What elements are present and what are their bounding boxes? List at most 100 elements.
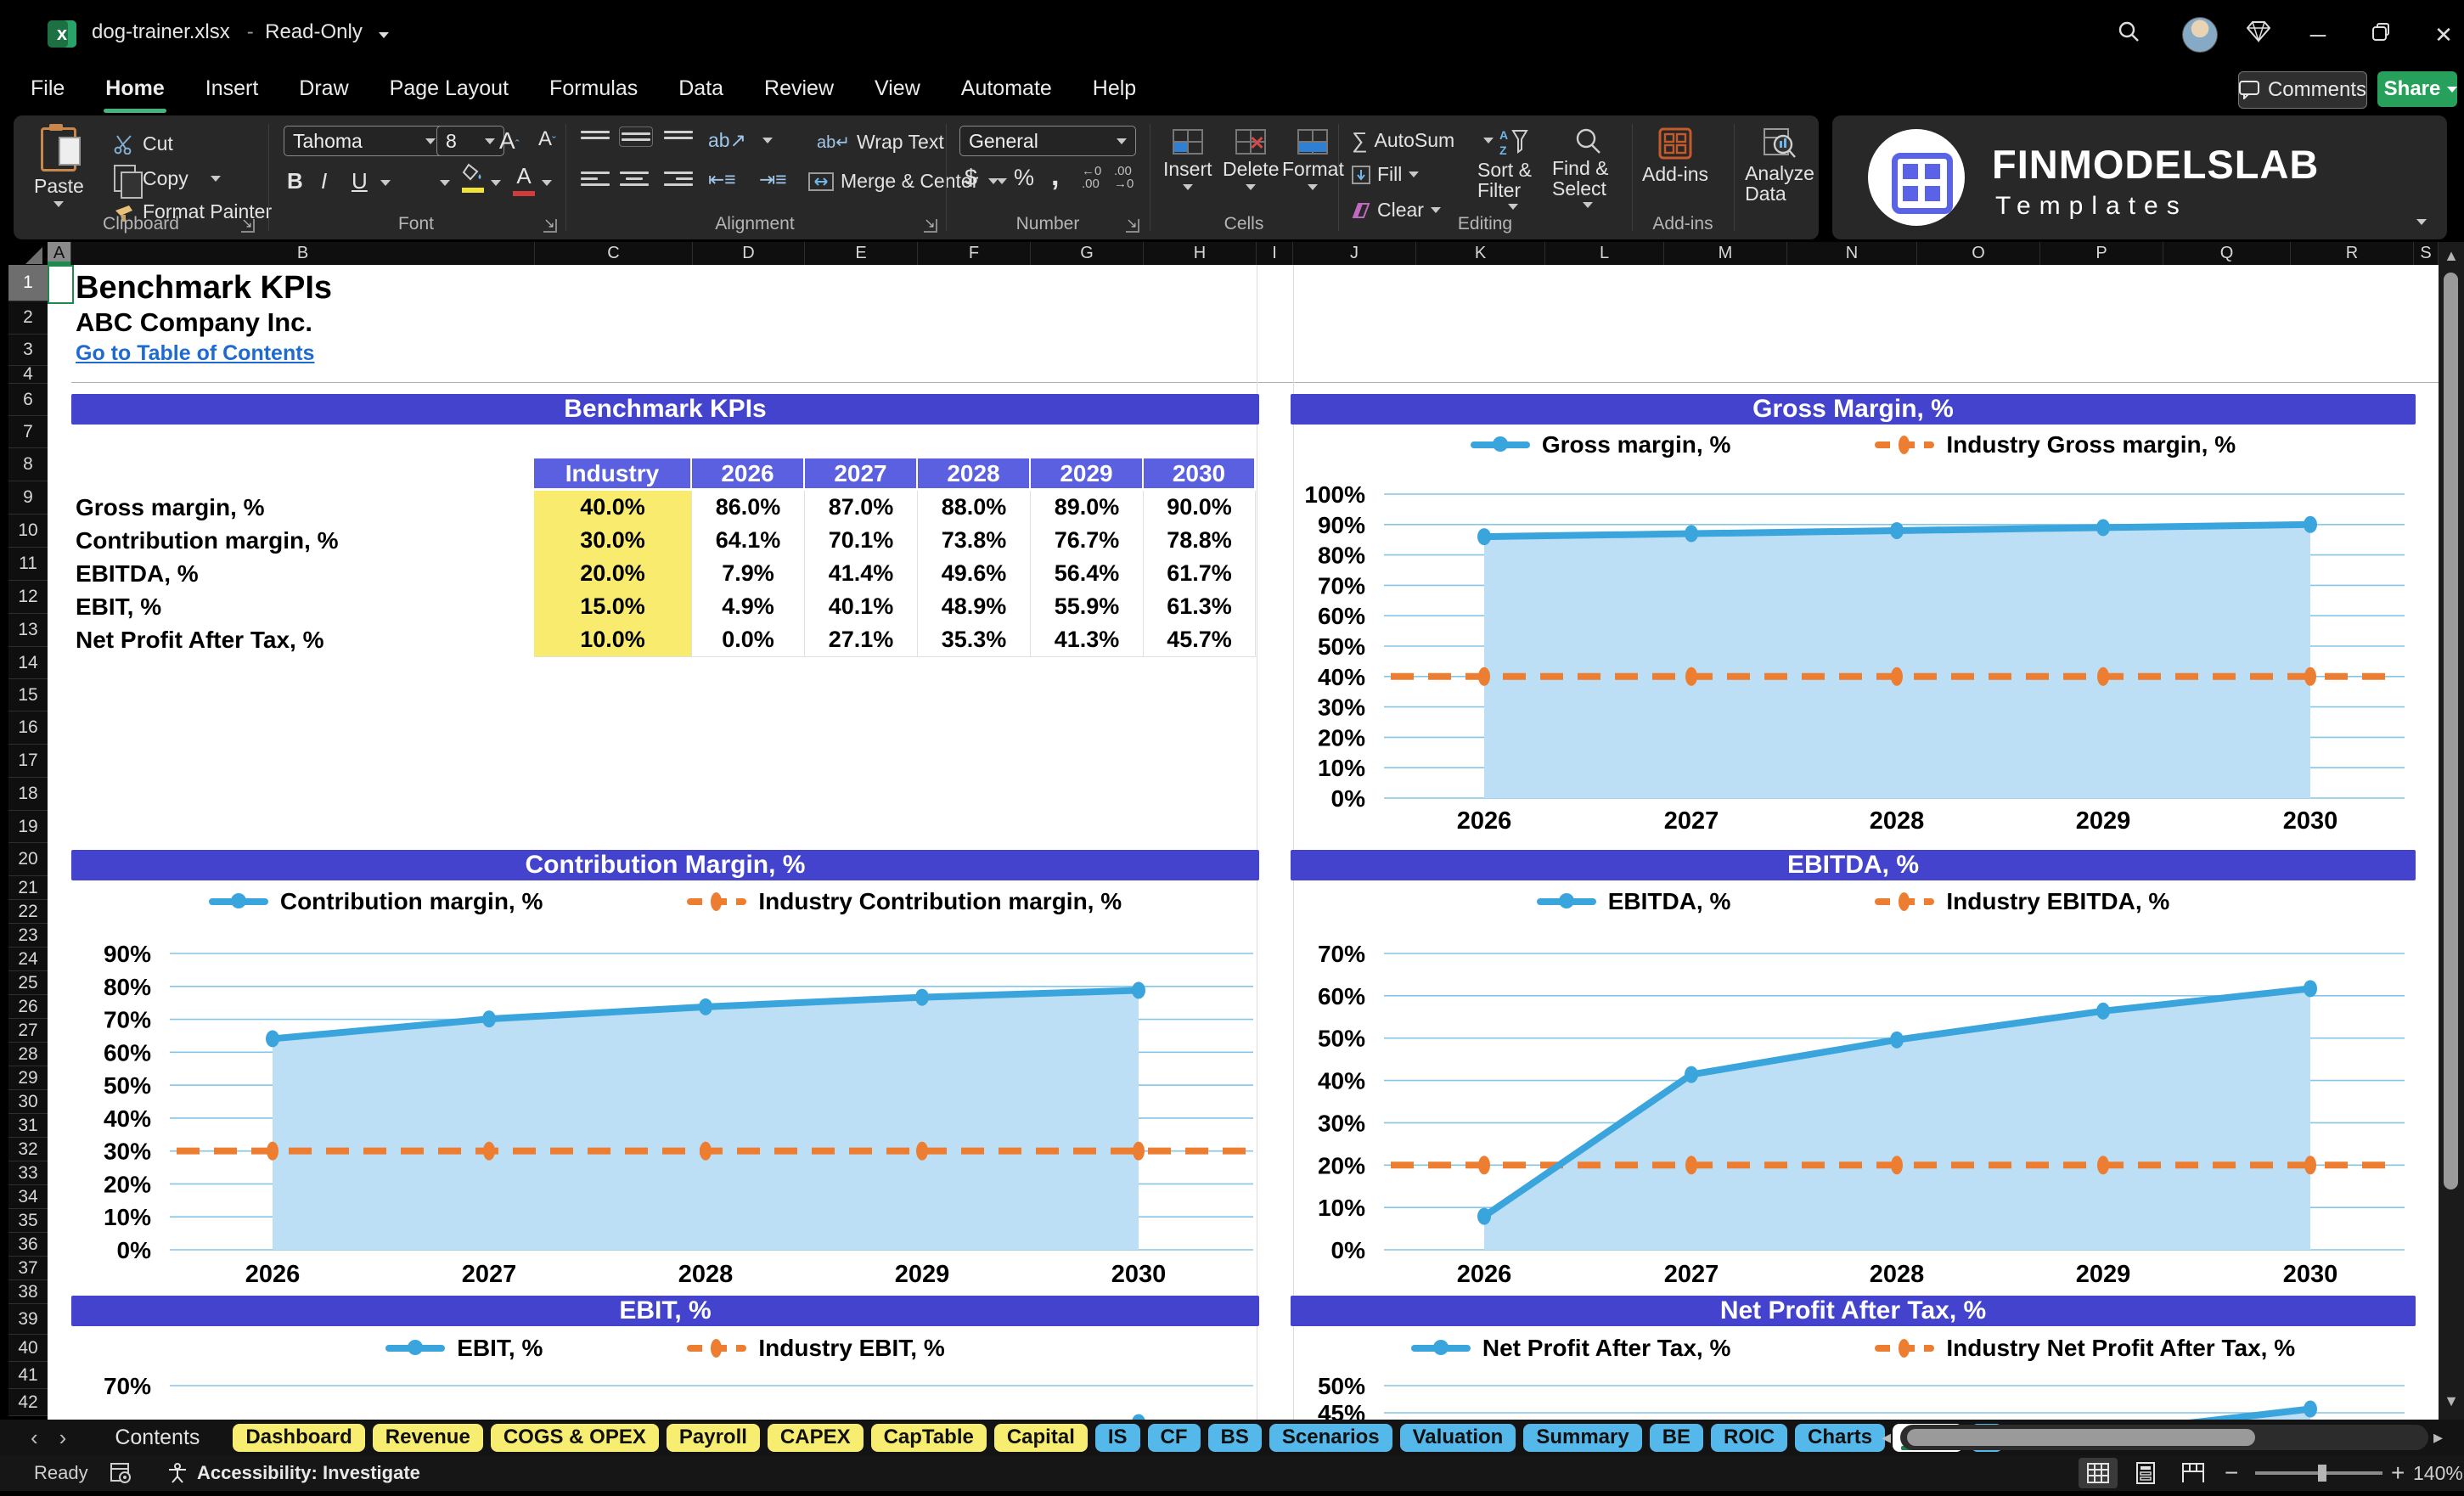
- top-align-button[interactable]: [581, 127, 610, 143]
- sheet-tab-roic[interactable]: ROIC: [1711, 1423, 1788, 1452]
- number-format-select[interactable]: General: [959, 126, 1136, 156]
- orientation-button[interactable]: ab↗: [708, 129, 746, 152]
- column-header-C[interactable]: C: [535, 242, 693, 265]
- menu-tab-data[interactable]: Data: [677, 71, 725, 106]
- decrease-decimal-button[interactable]: .00 →0: [1114, 165, 1134, 190]
- currency-dropdown[interactable]: [988, 178, 999, 184]
- hscroll-right-arrow[interactable]: ▸: [2433, 1426, 2443, 1448]
- kpi-cell[interactable]: 7.9%: [692, 557, 805, 591]
- font-color-dropdown[interactable]: [542, 180, 552, 186]
- kpi-cell[interactable]: 49.6%: [918, 557, 1031, 591]
- hscroll-thumb[interactable]: [1907, 1429, 2255, 1446]
- orientation-dropdown[interactable]: [762, 138, 773, 143]
- align-center-button[interactable]: [620, 168, 649, 189]
- cut-button[interactable]: Cut: [114, 132, 173, 155]
- row-header-40[interactable]: 40: [8, 1335, 48, 1362]
- column-header-G[interactable]: G: [1031, 242, 1144, 265]
- row-header-39[interactable]: 39: [8, 1304, 48, 1335]
- share-button[interactable]: Share: [2377, 71, 2458, 107]
- row-header-18[interactable]: 18: [8, 778, 48, 811]
- horizontal-scrollbar[interactable]: [1900, 1425, 2428, 1450]
- zoom-out-button[interactable]: −: [2225, 1455, 2238, 1491]
- zoom-in-button[interactable]: +: [2391, 1455, 2405, 1491]
- font-size-select[interactable]: 8: [436, 126, 504, 156]
- menu-tab-draw[interactable]: Draw: [297, 71, 350, 106]
- kpi-cell[interactable]: 70.1%: [805, 524, 918, 558]
- kpi-cell[interactable]: 41.3%: [1031, 623, 1144, 657]
- kpi-cell[interactable]: 61.3%: [1144, 590, 1256, 624]
- normal-view-button[interactable]: [2079, 1458, 2118, 1488]
- kpi-cell[interactable]: 40.1%: [805, 590, 918, 624]
- row-header-36[interactable]: 36: [8, 1233, 48, 1257]
- kpi-cell[interactable]: 89.0%: [1031, 491, 1144, 525]
- row-header-14[interactable]: 14: [8, 647, 48, 679]
- sheet-tab-be[interactable]: BE: [1649, 1423, 1704, 1452]
- row-header-16[interactable]: 16: [8, 711, 48, 745]
- column-header-D[interactable]: D: [693, 242, 805, 265]
- middle-align-button[interactable]: [619, 127, 653, 147]
- vscroll-thumb[interactable]: [2444, 273, 2458, 1189]
- borders-dropdown[interactable]: [440, 180, 450, 186]
- row-header-4[interactable]: 4: [8, 364, 48, 384]
- read-only-badge[interactable]: Read-Only: [265, 20, 363, 43]
- kpi-cell[interactable]: 40.0%: [534, 491, 692, 525]
- row-header-34[interactable]: 34: [8, 1185, 48, 1209]
- row-header-23[interactable]: 23: [8, 924, 48, 948]
- comma-format-button[interactable]: ,: [1051, 160, 1059, 193]
- add-ins-button[interactable]: Add-ins: [1642, 127, 1708, 186]
- shrink-font-button[interactable]: Aˇ: [538, 127, 556, 151]
- row-header-25[interactable]: 25: [8, 971, 48, 995]
- font-family-select[interactable]: Tahoma: [284, 126, 445, 156]
- sheet-tab-bs[interactable]: BS: [1207, 1423, 1262, 1452]
- underline-dropdown[interactable]: [380, 180, 391, 186]
- column-header-B[interactable]: B: [71, 242, 535, 265]
- align-left-button[interactable]: [581, 168, 610, 189]
- column-header-J[interactable]: J: [1293, 242, 1416, 265]
- row-header-10[interactable]: 10: [8, 515, 48, 548]
- sheet-tab-cf[interactable]: CF: [1147, 1423, 1201, 1452]
- fill-color-button[interactable]: [462, 163, 484, 193]
- comments-button[interactable]: Comments: [2238, 71, 2367, 109]
- row-header-7[interactable]: 7: [8, 416, 48, 448]
- menu-tab-view[interactable]: View: [873, 71, 922, 106]
- merge-center-button[interactable]: Merge & Center: [808, 170, 1008, 193]
- paste-button[interactable]: Paste: [34, 124, 84, 207]
- column-header-N[interactable]: N: [1787, 242, 1917, 265]
- row-header-15[interactable]: 15: [8, 679, 48, 711]
- sheet-tab-charts[interactable]: Charts: [1795, 1423, 1886, 1452]
- macro-record-icon[interactable]: [110, 1455, 132, 1491]
- increase-decimal-button[interactable]: ←0.00: [1082, 165, 1101, 190]
- sheet-tab-captable[interactable]: CapTable: [870, 1423, 987, 1452]
- sheet-tab-payroll[interactable]: Payroll: [666, 1423, 760, 1452]
- table-of-contents-link[interactable]: Go to Table of Contents: [76, 341, 314, 366]
- row-header-27[interactable]: 27: [8, 1019, 48, 1043]
- percent-format-button[interactable]: %: [1014, 165, 1034, 191]
- row-header-17[interactable]: 17: [8, 745, 48, 778]
- restore-button[interactable]: [2362, 19, 2399, 51]
- search-icon[interactable]: [2110, 19, 2147, 51]
- row-header-30[interactable]: 30: [8, 1090, 48, 1114]
- bold-button[interactable]: B: [287, 168, 303, 194]
- column-header-R[interactable]: R: [2291, 242, 2414, 265]
- collapse-ribbon-chevron[interactable]: [2416, 219, 2427, 225]
- row-headers[interactable]: 1 2 3 4 6 7 8 9 10 11 12 13 14 15 16 17 18 19 20 21 22 23 24 25…: [8, 265, 48, 1416]
- number-dialog-launcher[interactable]: ↘: [1126, 217, 1139, 233]
- column-headers[interactable]: ABCDEFGHIJKLMNOPQRS: [48, 242, 2439, 265]
- row-header-11[interactable]: 11: [8, 548, 48, 581]
- kpi-cell[interactable]: 78.8%: [1144, 524, 1256, 558]
- sheet-tab-valuation[interactable]: Valuation: [1399, 1423, 1516, 1452]
- close-button[interactable]: ✕: [2425, 19, 2462, 51]
- kpi-cell[interactable]: 41.4%: [805, 557, 918, 591]
- kpi-cell[interactable]: 73.8%: [918, 524, 1031, 558]
- row-header-38[interactable]: 38: [8, 1280, 48, 1304]
- sheet-tab-contents[interactable]: Contents: [115, 1426, 200, 1450]
- sheet-tab-capex[interactable]: CAPEX: [767, 1423, 864, 1452]
- kpi-cell[interactable]: 87.0%: [805, 491, 918, 525]
- format-cells-button[interactable]: Format: [1282, 129, 1344, 190]
- row-header-21[interactable]: 21: [8, 876, 48, 900]
- grow-font-button[interactable]: Aˆ: [499, 127, 520, 155]
- row-header-41[interactable]: 41: [8, 1362, 48, 1389]
- bottom-align-button[interactable]: [664, 127, 693, 143]
- zoom-level[interactable]: 140%: [2413, 1455, 2463, 1491]
- vscroll-up-arrow[interactable]: ▲: [2439, 247, 2464, 265]
